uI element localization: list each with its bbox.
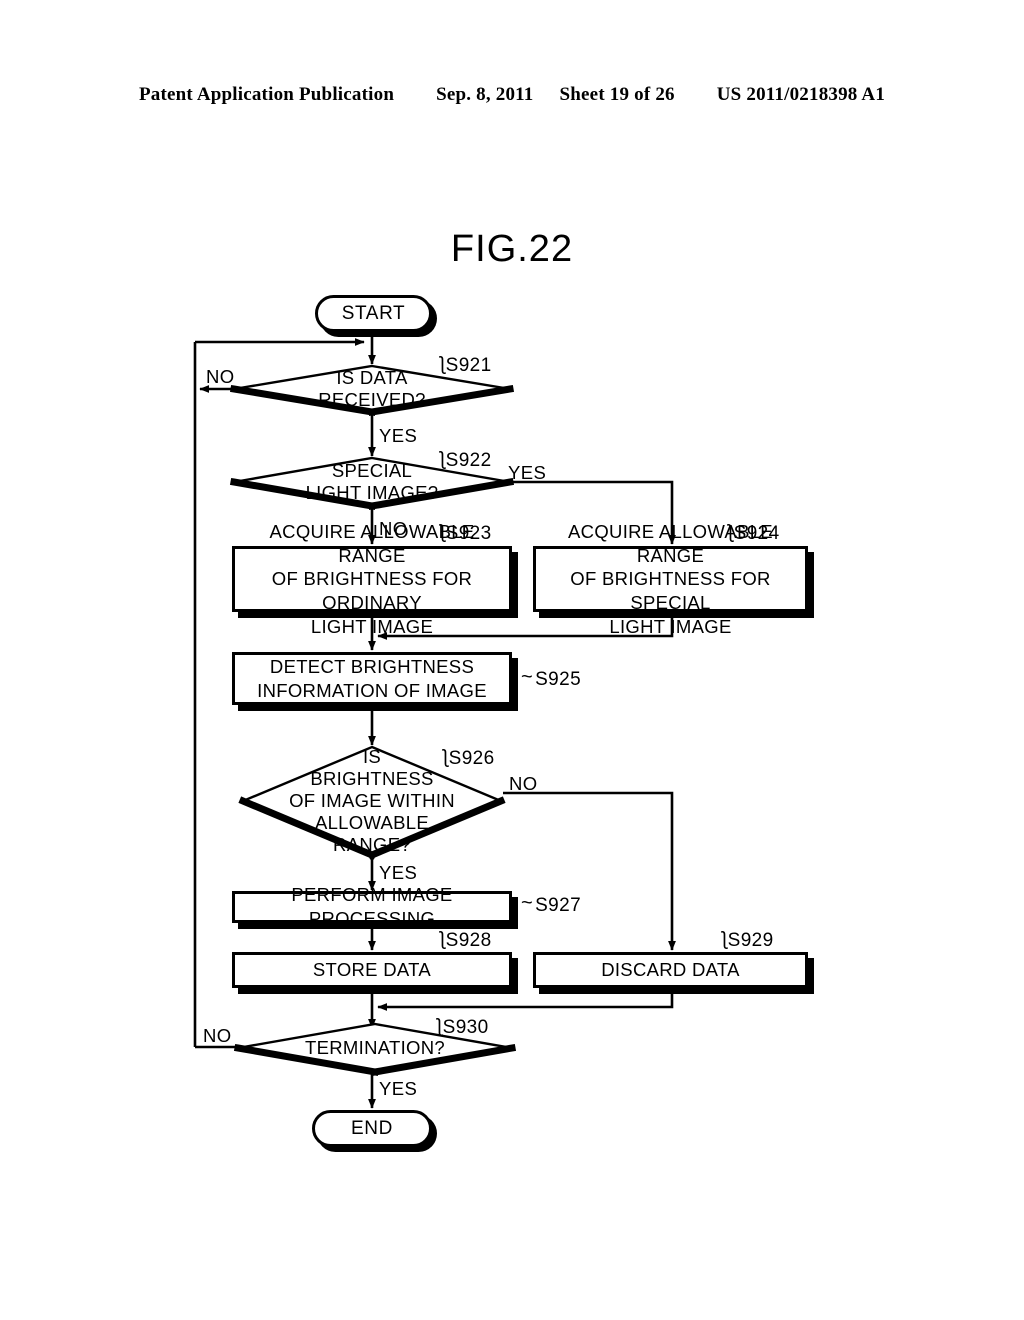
squiggle-leader-icon: ʃ [437, 1016, 442, 1037]
squiggle-leader-icon: ʃ [440, 929, 445, 950]
node-s928-text: STORE DATA [312, 959, 432, 981]
squiggle-leader-icon: ʃ [443, 747, 448, 768]
node-start-label: START [341, 302, 406, 324]
node-s923-acquire-range-ordinary: ACQUIRE ALLOWABLE RANGE OF BRIGHTNESS FOR… [232, 521, 512, 637]
patent-figure-page: Patent Application Publication Sep. 8, 2… [0, 0, 1024, 1320]
node-s925-detect-brightness: DETECT BRIGHTNESS INFORMATION OF IMAGE [232, 652, 512, 705]
step-label-s926: ʃS926 [443, 747, 495, 769]
branch-label-s926-yes: YES [379, 862, 418, 883]
branch-label-s930-yes: YES [379, 1078, 418, 1099]
tilde-leader-icon: ~ [521, 892, 534, 914]
node-s928-store-data: STORE DATA [232, 952, 512, 988]
node-s929-discard-data: DISCARD DATA [533, 952, 808, 988]
step-label-s928: ʃS928 [440, 929, 492, 951]
step-label-s930: ʃS930 [437, 1016, 489, 1038]
step-label-s924: ʃS924 [728, 522, 780, 544]
node-end-label: END [351, 1117, 393, 1139]
node-s927-text: PERFORM IMAGE PROCESSING [291, 884, 453, 929]
step-label-s925: ~ S925 [521, 666, 582, 690]
squiggle-leader-icon: ʃ [440, 449, 445, 470]
branch-label-s921-no: NO [206, 366, 235, 387]
squiggle-leader-icon: ʃ [440, 354, 445, 375]
step-label-s927: ~ S927 [521, 892, 582, 916]
branch-label-s922-yes: YES [508, 462, 547, 483]
node-start: START [315, 295, 432, 332]
step-label-s921: ʃS921 [440, 354, 492, 376]
squiggle-leader-icon: ʃ [728, 522, 733, 543]
branch-label-s926-no: NO [509, 773, 538, 794]
node-s924-acquire-range-special: ACQUIRE ALLOWABLE RANGE OF BRIGHTNESS FOR… [533, 521, 808, 637]
node-end: END [312, 1110, 432, 1147]
squiggle-leader-icon: ʃ [440, 522, 445, 543]
step-label-s923: ʃS923 [440, 522, 492, 544]
flowchart-connectors [193, 332, 676, 1109]
node-s929-text: DISCARD DATA [601, 959, 740, 981]
branch-label-s921-yes: YES [379, 425, 418, 446]
branch-label-s922-no: NO [379, 518, 408, 539]
tilde-leader-icon: ~ [521, 666, 534, 688]
step-label-s922: ʃS922 [440, 449, 492, 471]
squiggle-leader-icon: ʃ [722, 929, 727, 950]
step-label-s929: ʃS929 [722, 929, 774, 951]
node-s925-text: DETECT BRIGHTNESS INFORMATION OF IMAGE [257, 655, 487, 701]
branch-label-s930-no: NO [203, 1025, 232, 1046]
node-s927-perform-image-processing: PERFORM IMAGE PROCESSING [232, 884, 512, 929]
